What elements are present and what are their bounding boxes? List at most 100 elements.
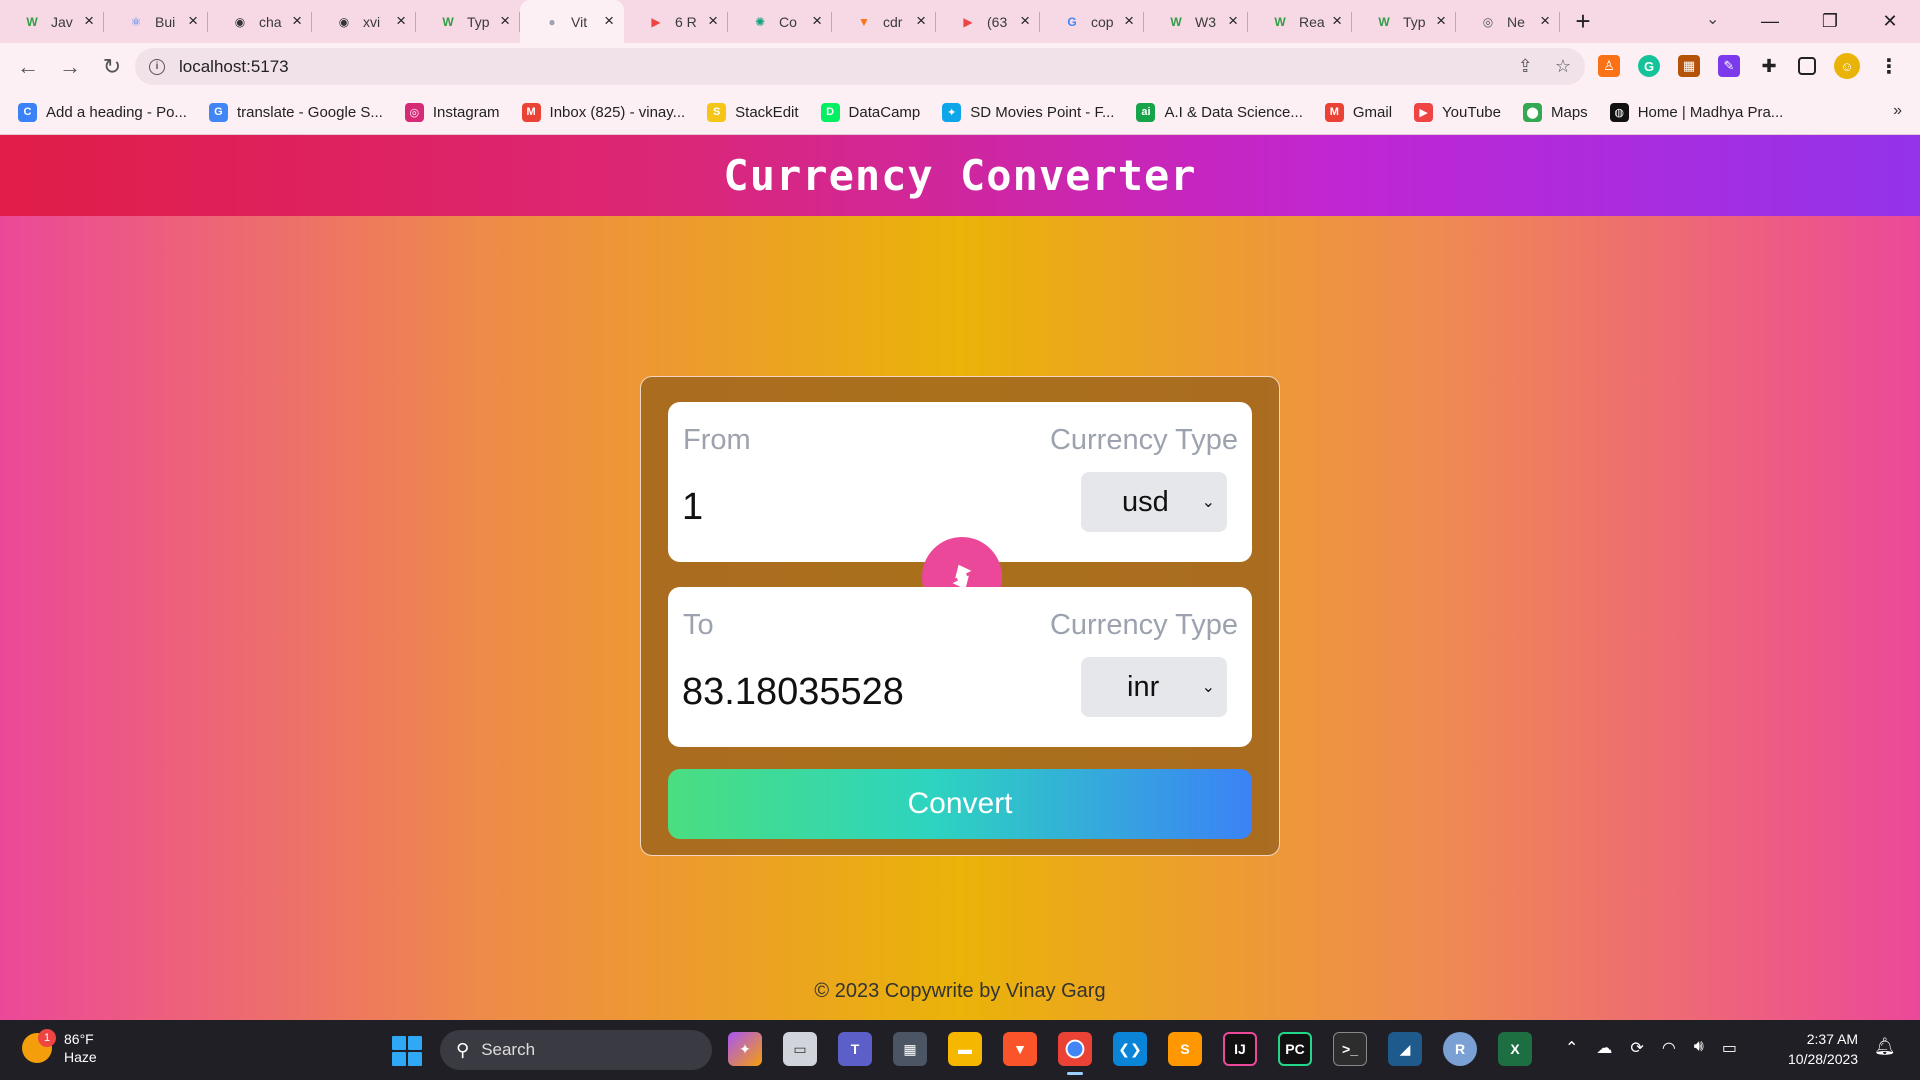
browser-tab[interactable]: W Jav × [0, 0, 104, 43]
tab-search-icon[interactable]: ⌄ [1706, 9, 1719, 29]
convert-button[interactable]: Convert [668, 769, 1252, 839]
tab-close-icon[interactable]: × [708, 12, 718, 30]
extension-orange-icon[interactable]: ♙ [1598, 55, 1620, 77]
task-view-icon[interactable]: ▭ [783, 1032, 817, 1066]
battery-icon[interactable]: ▭ [1722, 1038, 1737, 1058]
browser-tab[interactable]: W Typ × [416, 0, 520, 43]
restore-icon[interactable]: ❐ [1800, 11, 1860, 32]
tab-close-icon[interactable]: × [916, 12, 926, 30]
bookmark-item[interactable]: ✦ SD Movies Point - F... [942, 102, 1114, 122]
chevron-up-icon[interactable]: ⌃ [1565, 1038, 1578, 1058]
grammarly-icon[interactable]: G [1638, 55, 1660, 77]
r-app-icon[interactable]: R [1443, 1032, 1477, 1066]
browser-tab[interactable]: W Rea × [1248, 0, 1352, 43]
bookmark-item[interactable]: C Add a heading - Po... [18, 102, 187, 122]
weather-widget[interactable]: 1 86°F Haze [22, 1029, 97, 1066]
terminal-icon[interactable]: >_ [1333, 1032, 1367, 1066]
tab-close-icon[interactable]: × [604, 12, 614, 30]
url-text[interactable]: localhost:5173 [179, 57, 289, 77]
chrome-icon[interactable] [1058, 1032, 1092, 1075]
side-panel-icon[interactable] [1798, 57, 1816, 75]
forward-arrow-icon[interactable]: → [50, 47, 90, 87]
browser-tab[interactable]: ▶ 6 R × [624, 0, 728, 43]
bookmark-item[interactable]: ⬤ Maps [1523, 102, 1588, 122]
excel-icon[interactable]: X [1498, 1032, 1532, 1066]
gmail-icon: M [1324, 102, 1344, 122]
bookmark-item[interactable]: M Inbox (825) - vinay... [521, 102, 685, 122]
extension-pen-icon[interactable]: ✎ [1718, 55, 1740, 77]
taskbar-clock[interactable]: 2:37 AM 10/28/2023 [1788, 1029, 1858, 1069]
extension-image-icon[interactable]: ▦ [1678, 55, 1700, 77]
page-title: Currency Converter [723, 151, 1197, 200]
tab-close-icon[interactable]: × [1228, 12, 1238, 30]
browser-tab[interactable]: ⚛ Bui × [104, 0, 208, 43]
bookmark-item[interactable]: ai A.I & Data Science... [1136, 102, 1303, 122]
tab-close-icon[interactable]: × [1332, 12, 1342, 30]
share-icon[interactable]: ⇪ [1518, 56, 1533, 77]
profile-avatar[interactable]: ☺ [1834, 53, 1860, 79]
sync-icon[interactable]: ⟳ [1630, 1038, 1643, 1058]
reload-icon[interactable]: ↻ [92, 47, 132, 87]
pycharm-icon[interactable]: PC [1278, 1032, 1312, 1066]
taskbar-search[interactable]: ⚲ Search [440, 1030, 712, 1070]
extensions-puzzle-icon[interactable]: ✚ [1758, 55, 1780, 77]
browser-tab[interactable]: ✺ Co × [728, 0, 832, 43]
close-window-icon[interactable]: ✕ [1860, 11, 1920, 32]
from-amount-input[interactable]: 1 [682, 486, 703, 529]
to-currency-select[interactable]: inr ⌄ [1081, 657, 1227, 717]
bookmark-item[interactable]: ▶ YouTube [1414, 102, 1501, 122]
tab-close-icon[interactable]: × [188, 12, 198, 30]
bookmark-item[interactable]: D DataCamp [820, 102, 920, 122]
tab-close-icon[interactable]: × [1020, 12, 1030, 30]
browser-tab[interactable]: W W3 × [1144, 0, 1248, 43]
intellij-icon[interactable]: IJ [1223, 1032, 1257, 1066]
wifi-icon[interactable]: ◠ [1662, 1038, 1676, 1058]
tab-close-icon[interactable]: × [84, 12, 94, 30]
browser-tab[interactable]: ▼ cdr × [832, 0, 936, 43]
tab-close-icon[interactable]: × [1124, 12, 1134, 30]
bookmark-item[interactable]: Gtranslate - Google S... [208, 102, 383, 122]
bookmark-item[interactable]: M Gmail [1324, 102, 1392, 122]
browser-tab[interactable]: Gcop × [1040, 0, 1144, 43]
browser-tab[interactable]: ◉ xvi × [312, 0, 416, 43]
bookmark-item[interactable]: S StackEdit [707, 102, 799, 122]
tab-close-icon[interactable]: × [812, 12, 822, 30]
tab-close-icon[interactable]: × [396, 12, 406, 30]
browser-tab[interactable]: ● Vit × [520, 0, 624, 43]
tab-close-icon[interactable]: × [500, 12, 510, 30]
bookmark-item[interactable]: ◍ Home | Madhya Pra... [1609, 102, 1783, 122]
copilot-icon[interactable]: ✦ [728, 1032, 762, 1066]
from-currency-select[interactable]: usd ⌄ [1081, 472, 1227, 532]
browser-tab[interactable]: ▶ (63 × [936, 0, 1040, 43]
calculator-icon[interactable]: ▦ [893, 1032, 927, 1066]
bookmark-item[interactable]: ◎ Instagram [404, 102, 500, 122]
more-bookmarks-icon[interactable]: » [1893, 102, 1902, 120]
mysql-workbench-icon[interactable]: ◢ [1388, 1032, 1422, 1066]
kebab-menu-icon[interactable]: ⋮ [1878, 55, 1900, 78]
new-tab-button[interactable]: + [1560, 0, 1606, 43]
to-amount-output[interactable]: 83.18035528 [682, 671, 904, 714]
bookmark-star-icon[interactable]: ☆ [1555, 56, 1571, 77]
teams-icon[interactable]: T [838, 1032, 872, 1066]
volume-icon[interactable]: 🔊︎ [1694, 1038, 1704, 1058]
site-info-icon[interactable]: i [149, 58, 165, 75]
browser-tab[interactable]: W Typ × [1352, 0, 1456, 43]
tab-close-icon[interactable]: × [1436, 12, 1446, 30]
from-currency-value: usd [1122, 485, 1169, 518]
back-arrow-icon[interactable]: ← [8, 47, 48, 87]
sublime-text-icon[interactable]: S [1168, 1032, 1202, 1066]
address-bar[interactable]: i localhost:5173 ⇪ ☆ [135, 48, 1585, 85]
notification-bell-icon[interactable]: 🔔︎ [1874, 1037, 1896, 1057]
minimize-icon[interactable]: — [1740, 11, 1800, 32]
brave-browser-icon[interactable]: ▼ [1003, 1032, 1037, 1066]
windows-start-icon[interactable] [392, 1036, 422, 1066]
tab-close-icon[interactable]: × [1540, 12, 1550, 30]
browser-tab[interactable]: ◉ cha × [208, 0, 312, 43]
tab-close-icon[interactable]: × [292, 12, 302, 30]
browser-tab[interactable]: ◎ Ne × [1456, 0, 1560, 43]
from-label: From [683, 424, 751, 456]
vscode-icon[interactable]: ❮❯ [1113, 1032, 1147, 1066]
wikipedia-icon: W [1378, 14, 1390, 29]
onedrive-cloud-icon[interactable]: ☁ [1596, 1038, 1612, 1058]
file-explorer-icon[interactable]: ▬ [948, 1032, 982, 1066]
